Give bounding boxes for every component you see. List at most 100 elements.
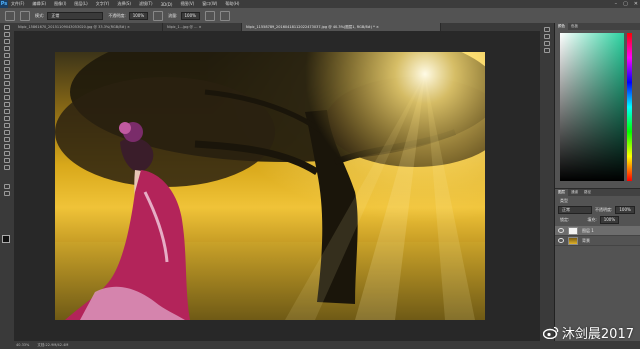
lock-label: 锁定:: [560, 217, 570, 222]
eraser-tool-icon[interactable]: [4, 95, 10, 100]
close-button[interactable]: ✕: [634, 1, 638, 7]
opacity-field[interactable]: 100%: [128, 11, 149, 20]
tab-paths[interactable]: 路径: [581, 189, 594, 196]
tab-document-1[interactable]: Nipic_15861670_20151109043053020.jpg @ 3…: [14, 23, 163, 31]
crop-tool-icon[interactable]: [4, 53, 10, 58]
blur-tool-icon[interactable]: [4, 109, 10, 114]
layer-filter-row: 类型: [555, 198, 640, 204]
clone-stamp-tool-icon[interactable]: [4, 81, 10, 86]
layer-opacity-label: 不透明度:: [595, 207, 613, 212]
lasso-tool-icon[interactable]: [4, 39, 10, 44]
menu-image[interactable]: 图像(I): [54, 1, 66, 7]
pen-tool-icon[interactable]: [4, 123, 10, 128]
document-tabs: Nipic_15861670_20151109043053020.jpg @ 3…: [14, 23, 540, 31]
layer-row[interactable]: 图层 1: [555, 226, 640, 236]
path-select-tool-icon[interactable]: [4, 137, 10, 142]
color-field[interactable]: [560, 33, 624, 181]
quick-mask-icon[interactable]: [4, 184, 10, 189]
layer-thumbnail: [568, 236, 578, 245]
history-brush-tool-icon[interactable]: [4, 88, 10, 93]
tab-layers[interactable]: 图层: [555, 189, 568, 196]
mode-select[interactable]: 正常: [47, 11, 104, 20]
hue-slider[interactable]: [627, 33, 632, 181]
layer-thumbnail: [568, 226, 578, 235]
tab-document-3[interactable]: Nipic_11558789_20160418112022473037.jpg …: [242, 23, 441, 31]
foreground-color-swatch[interactable]: [2, 235, 10, 243]
gradient-tool-icon[interactable]: [4, 102, 10, 107]
eyedropper-tool-icon[interactable]: [4, 60, 10, 65]
brush-tool-icon[interactable]: [4, 74, 10, 79]
sunlit-tree-photo: [55, 52, 485, 320]
healing-brush-tool-icon[interactable]: [4, 67, 10, 72]
fill-label: 填充:: [587, 217, 597, 222]
tab-document-2[interactable]: Nipic_1...jpg @ ... ×: [163, 23, 242, 31]
airbrush-icon[interactable]: [204, 10, 215, 21]
status-bar: 40.33% 文档:22.9M/42.4M: [0, 341, 640, 349]
menu-select[interactable]: 选择(S): [117, 1, 131, 7]
history-panel-icon[interactable]: [544, 27, 550, 32]
flow-label: 流量:: [168, 12, 178, 18]
layers-panel-tabs: 图层 通道 路径: [555, 189, 640, 196]
move-tool-icon[interactable]: [4, 25, 10, 30]
layer-row[interactable]: 背景: [555, 236, 640, 246]
weibo-watermark: 沐剑晨2017: [542, 323, 634, 342]
menu-bar: Ps 文件(F) 编辑(E) 图像(I) 图层(L) 文字(Y) 选择(S) 滤…: [0, 0, 640, 8]
dodge-tool-icon[interactable]: [4, 116, 10, 121]
blend-mode-select[interactable]: 正常: [558, 206, 592, 214]
mode-label: 模式:: [35, 12, 45, 18]
quick-select-tool-icon[interactable]: [4, 46, 10, 51]
document-canvas[interactable]: [55, 52, 485, 320]
layer-name: 背景: [582, 237, 590, 243]
more-tools-icon[interactable]: [4, 165, 10, 170]
layers-panel: 图层 通道 路径 类型 正常 不透明度: 100% 锁定: 填充: 100% 图…: [555, 188, 640, 342]
layer-opacity-field[interactable]: 100%: [615, 206, 635, 214]
visibility-eye-icon[interactable]: [558, 238, 564, 243]
tools-panel: [0, 23, 15, 341]
layer-name: 图层 1: [582, 227, 594, 233]
menu-type[interactable]: 文字(Y): [96, 1, 110, 7]
adjustments-panel-icon[interactable]: [544, 41, 550, 46]
menu-3d[interactable]: 3D(D): [161, 2, 173, 7]
pressure-opacity-icon[interactable]: [153, 10, 164, 21]
pressure-size-icon[interactable]: [219, 10, 230, 21]
hand-tool-icon[interactable]: [4, 151, 10, 156]
properties-panel-icon[interactable]: [544, 34, 550, 39]
opacity-label: 不透明度:: [108, 12, 126, 18]
marquee-tool-icon[interactable]: [4, 32, 10, 37]
menu-help[interactable]: 帮助(H): [225, 1, 239, 7]
type-tool-icon[interactable]: [4, 130, 10, 135]
tab-swatches[interactable]: 色板: [568, 23, 581, 30]
layer-blend-row: 正常 不透明度: 100%: [555, 206, 640, 214]
kind-filter[interactable]: 类型: [560, 198, 568, 204]
maximize-button[interactable]: ▢: [623, 1, 628, 7]
menu-file[interactable]: 文件(F): [11, 1, 24, 7]
menu-edit[interactable]: 编辑(E): [32, 1, 46, 7]
shape-tool-icon[interactable]: [4, 144, 10, 149]
weibo-logo-icon: [542, 326, 559, 339]
document-size: 文档:22.9M/42.4M: [37, 342, 69, 347]
tab-color[interactable]: 颜色: [555, 23, 568, 30]
canvas-area[interactable]: [14, 31, 540, 341]
character-panel-icon[interactable]: [544, 48, 550, 53]
right-panel: 颜色 色板 图层 通道 路径 类型 正常 不透明度: 100% 锁定: 填充: …: [555, 23, 640, 342]
minimize-button[interactable]: –: [615, 1, 618, 7]
photoshop-logo: Ps: [0, 0, 8, 8]
tab-channels[interactable]: 通道: [568, 189, 581, 196]
options-bar: 模式: 正常 不透明度: 100% 流量: 100%: [0, 8, 640, 24]
brush-preset-icon[interactable]: [5, 10, 15, 21]
zoom-tool-icon[interactable]: [4, 158, 10, 163]
screen-mode-icon[interactable]: [4, 191, 10, 196]
menu-view[interactable]: 视图(V): [180, 1, 194, 7]
fill-field[interactable]: 100%: [599, 216, 620, 224]
panel-icon-strip: [540, 23, 555, 341]
brush-panel-icon[interactable]: [20, 10, 30, 21]
layer-lock-row: 锁定: 填充: 100%: [555, 216, 640, 224]
menu-layer[interactable]: 图层(L): [74, 1, 87, 7]
menu-filter[interactable]: 滤镜(T): [139, 1, 153, 7]
zoom-level[interactable]: 40.33%: [16, 343, 29, 347]
flow-field[interactable]: 100%: [180, 11, 200, 20]
menu-window[interactable]: 窗口(W): [202, 1, 217, 7]
watermark-text: 沐剑晨2017: [561, 327, 634, 342]
visibility-eye-icon[interactable]: [558, 228, 564, 233]
color-panel-tabs: 颜色 色板: [555, 23, 640, 30]
